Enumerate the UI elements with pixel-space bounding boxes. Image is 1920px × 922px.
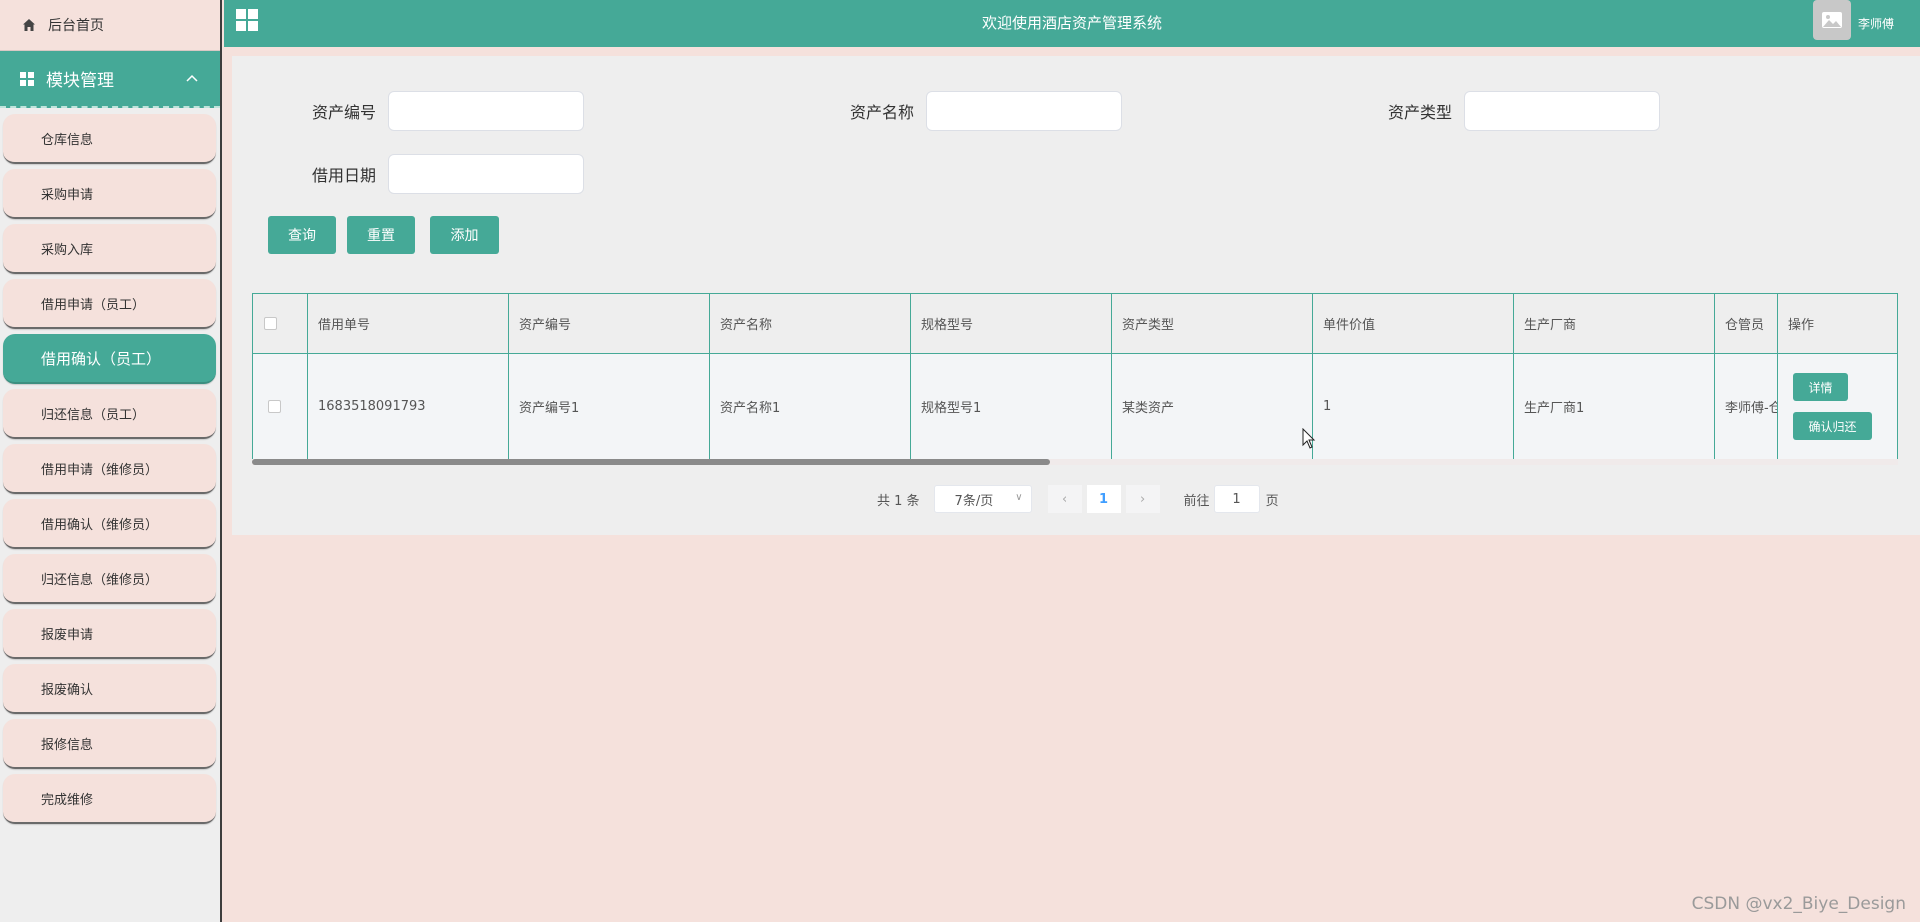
- sidebar-item-scrap-confirm[interactable]: 报废确认: [3, 664, 216, 714]
- sidebar: 后台首页 模块管理 仓库信息 采购申请 采购入库 借用申请（员工） 借用确认（员…: [0, 0, 222, 922]
- borrow-table: 借用单号 资产编号 资产名称 规格型号 资产类型 单件价值 生产厂商 仓管员 操…: [252, 293, 1898, 460]
- row-select-cell: [252, 353, 308, 460]
- mouse-cursor-icon: [1302, 428, 1316, 449]
- column-header[interactable]: 生产厂商: [1513, 293, 1715, 354]
- prev-page-button[interactable]: ‹: [1047, 485, 1082, 513]
- sidebar-item-label: 借用申请（维修员）: [41, 462, 159, 478]
- sidebar-item-label: 归还信息（员工）: [41, 407, 146, 423]
- select-all-checkbox[interactable]: [264, 317, 277, 330]
- sidebar-item-warehouse[interactable]: 仓库信息: [3, 114, 216, 164]
- user-name[interactable]: 李师傅: [1858, 15, 1894, 32]
- column-header[interactable]: 资产编号: [508, 293, 710, 354]
- sidebar-item-label: 借用申请（员工）: [41, 297, 146, 313]
- sidebar-module-header[interactable]: 模块管理: [0, 51, 220, 108]
- cell-asset-no: 资产编号1: [508, 353, 710, 460]
- table-row[interactable]: 1683518091793 资产编号1 资产名称1 规格型号1 某类资产 1 生…: [252, 353, 1898, 460]
- app-title: 欢迎使用酒店资产管理系统: [981, 14, 1162, 32]
- sidebar-item-repair-info[interactable]: 报修信息: [3, 719, 216, 769]
- reset-button[interactable]: 重置: [347, 216, 415, 254]
- sidebar-item-label: 完成维修: [41, 792, 94, 808]
- page-unit-label: 页: [1265, 493, 1279, 509]
- sidebar-item-label: 采购申请: [41, 187, 94, 203]
- sidebar-item-borrow-confirm-staff[interactable]: 借用确认（员工）: [3, 334, 216, 384]
- sidebar-item-return-info-staff[interactable]: 归还信息（员工）: [3, 389, 216, 439]
- asset-type-label: 资产类型: [1388, 103, 1453, 122]
- page-number[interactable]: 1: [1086, 485, 1121, 513]
- confirm-return-button[interactable]: 确认归还: [1793, 412, 1872, 440]
- add-button[interactable]: 添加: [430, 216, 499, 254]
- detail-button[interactable]: 详情: [1793, 373, 1848, 401]
- chevron-up-icon: [186, 71, 198, 86]
- cell-asset-name: 资产名称1: [709, 353, 911, 460]
- row-checkbox[interactable]: [268, 400, 281, 413]
- asset-no-input[interactable]: [388, 91, 585, 131]
- scrollbar-thumb[interactable]: [252, 459, 1050, 465]
- cell-spec: 规格型号1: [910, 353, 1112, 460]
- column-header[interactable]: 仓管员: [1714, 293, 1778, 354]
- avatar[interactable]: [1813, 0, 1851, 40]
- cell-borrow-no: 1683518091793: [307, 353, 509, 460]
- table-horizontal-scrollbar[interactable]: [252, 459, 1898, 465]
- select-all-cell: [252, 293, 308, 354]
- column-header: 操作: [1777, 293, 1898, 354]
- sidebar-item-borrow-request-staff[interactable]: 借用申请（员工）: [3, 279, 216, 329]
- sidebar-item-label: 报废申请: [41, 627, 94, 643]
- sidebar-item-label: 借用确认（维修员）: [41, 517, 159, 533]
- sidebar-item-purchase-inbound[interactable]: 采购入库: [3, 224, 216, 274]
- sidebar-item-home[interactable]: 后台首页: [0, 0, 220, 51]
- sidebar-item-repair-done[interactable]: 完成维修: [3, 774, 216, 824]
- column-header[interactable]: 单件价值: [1312, 293, 1514, 354]
- cell-keeper: 李师傅-仓: [1714, 353, 1778, 460]
- cell-manufacturer: 生产厂商1: [1513, 353, 1715, 460]
- search-asset-name: 资产名称: [850, 91, 1123, 131]
- cell-actions: 详情 确认归还: [1777, 353, 1898, 460]
- search-borrow-date: 借用日期: [312, 154, 585, 194]
- cell-unit-value: 1: [1312, 353, 1514, 460]
- goto-label: 前往: [1183, 493, 1210, 509]
- page-size-select[interactable]: 7条/页 ∨: [933, 485, 1032, 513]
- sidebar-menu: 仓库信息 采购申请 采购入库 借用申请（员工） 借用确认（员工） 归还信息（员工…: [0, 108, 220, 824]
- sidebar-item-return-info-repair[interactable]: 归还信息（维修员）: [3, 554, 216, 604]
- pagination-total: 共 1 条: [877, 493, 920, 509]
- image-icon: [1822, 12, 1842, 28]
- asset-no-label: 资产编号: [312, 103, 377, 122]
- sidebar-item-label: 报修信息: [41, 737, 94, 753]
- borrow-date-input[interactable]: [388, 154, 585, 194]
- search-asset-no: 资产编号: [312, 91, 585, 131]
- sidebar-item-label: 报废确认: [41, 682, 94, 698]
- sidebar-module-label: 模块管理: [46, 71, 114, 91]
- borrow-date-label: 借用日期: [312, 166, 377, 185]
- sidebar-item-label: 归还信息（维修员）: [41, 572, 159, 588]
- sidebar-item-scrap-request[interactable]: 报废申请: [3, 609, 216, 659]
- sidebar-item-purchase-request[interactable]: 采购申请: [3, 169, 216, 219]
- column-header[interactable]: 规格型号: [910, 293, 1112, 354]
- goto-page-input[interactable]: 1: [1213, 485, 1260, 513]
- sidebar-item-borrow-request-repair[interactable]: 借用申请（维修员）: [3, 444, 216, 494]
- chevron-right-icon: ›: [1139, 491, 1146, 507]
- watermark: CSDN @vx2_Biye_Design: [1691, 894, 1906, 914]
- next-page-button[interactable]: ›: [1125, 485, 1160, 513]
- grid-icon: [20, 71, 36, 87]
- chevron-left-icon: ‹: [1061, 491, 1068, 507]
- page-size-value: 7条/页: [954, 493, 994, 509]
- query-button[interactable]: 查询: [268, 216, 336, 254]
- search-asset-type: 资产类型: [1388, 91, 1661, 131]
- top-bar: 欢迎使用酒店资产管理系统 李师傅: [224, 0, 1920, 47]
- table-header: 借用单号 资产编号 资产名称 规格型号 资产类型 单件价值 生产厂商 仓管员 操…: [252, 293, 1898, 354]
- column-header[interactable]: 借用单号: [307, 293, 509, 354]
- asset-name-input[interactable]: [926, 91, 1123, 131]
- column-header[interactable]: 资产类型: [1111, 293, 1313, 354]
- column-header[interactable]: 资产名称: [709, 293, 911, 354]
- sidebar-item-label: 仓库信息: [41, 132, 94, 148]
- asset-type-input[interactable]: [1464, 91, 1661, 131]
- sidebar-home-label: 后台首页: [48, 18, 104, 34]
- cell-asset-type: 某类资产: [1111, 353, 1313, 460]
- sidebar-item-label: 借用确认（员工）: [41, 349, 162, 368]
- chevron-down-icon: ∨: [1015, 492, 1023, 503]
- sidebar-item-borrow-confirm-repair[interactable]: 借用确认（维修员）: [3, 499, 216, 549]
- sidebar-item-label: 采购入库: [41, 242, 94, 258]
- pagination: 共 1 条 7条/页 ∨ ‹ 1 › 前往 1 页: [877, 485, 1279, 513]
- home-icon: [22, 17, 38, 33]
- asset-name-label: 资产名称: [850, 103, 915, 122]
